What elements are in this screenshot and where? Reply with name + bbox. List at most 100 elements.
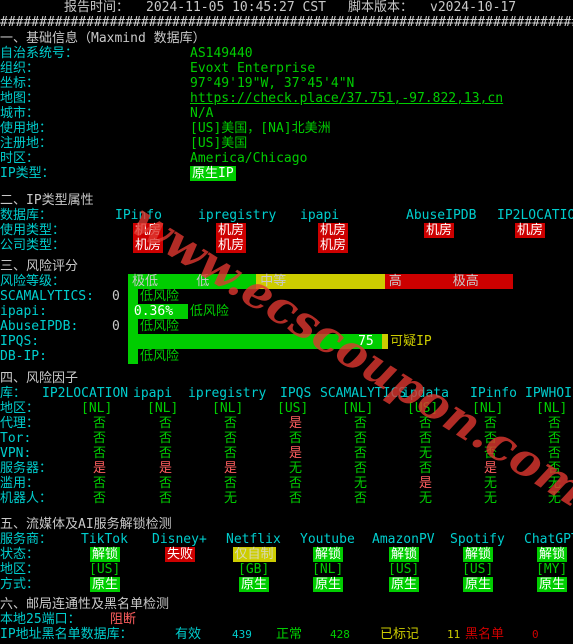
risk-factor-cell: 否: [484, 416, 498, 431]
company-type-badge-2: 机房: [318, 238, 349, 253]
port25-label: 本地25端口：: [0, 612, 81, 627]
risk-factor-cell: 否: [159, 476, 173, 491]
risk-factor-col-6: IPinfo: [470, 386, 517, 401]
usage-type-badge-3: 机房: [424, 223, 455, 238]
section2-title: 二、IP类型属性: [0, 193, 94, 208]
report-time-value: 2024-11-05 10:45:27 CST: [146, 0, 327, 15]
risk-factor-cell: 否: [354, 416, 368, 431]
risk-factor-cell: 否: [159, 491, 173, 506]
risk-factor-cell: 否: [419, 461, 433, 476]
blacklist-value-2: 11: [447, 628, 461, 641]
iptype-db-header-3: AbuseIPDB: [406, 208, 477, 223]
streaming-method-badge-5: 原生: [463, 577, 494, 592]
terminal-report: 报告时间： 2024-11-05 10:45:27 CST 脚本版本： v202…: [0, 0, 573, 644]
risk-factor-cell: 否: [289, 476, 303, 491]
risk-factor-cell: 否: [159, 416, 173, 431]
score-marker-0: [132, 289, 138, 304]
script-version-value: v2024-10-17: [430, 0, 517, 15]
risk-factor-cell: 是: [484, 461, 498, 476]
risk-factor-cell: 否: [354, 491, 368, 506]
streaming-provider-1: Disney+: [152, 532, 207, 547]
usage-type-badge-4: 机房: [515, 223, 546, 238]
streaming-method-badge-0: 原生: [90, 577, 121, 592]
script-version-label: 脚本版本：: [348, 0, 414, 15]
risk-factor-row-label-4: 服务器：: [0, 461, 53, 476]
score-value-3: 75: [358, 334, 374, 349]
risk-factor-cell: 否: [289, 491, 303, 506]
basic-info-value-7: America/Chicago: [190, 151, 308, 166]
risk-scale-label-4: 极高: [452, 274, 479, 289]
risk-factor-cell: [US]: [407, 401, 439, 416]
streaming-status-badge-4: 解锁: [389, 547, 420, 562]
risk-factor-cell: 否: [484, 446, 498, 461]
risk-factor-col-0: IP2LOCATION: [42, 386, 129, 401]
score-verdict-0: 低风险: [140, 289, 180, 304]
risk-factor-cell: 否: [548, 446, 562, 461]
basic-info-label-4: 城市：: [0, 106, 40, 121]
risk-factor-cell: 无: [419, 491, 433, 506]
risk-scale-label-3: 高: [388, 274, 402, 289]
risk-factor-cell: 是: [224, 461, 238, 476]
iptype-db-header-0: IPinfo: [115, 208, 162, 223]
risk-factor-cell: 无: [484, 476, 498, 491]
score-verdict-4: 低风险: [140, 349, 180, 364]
risk-factor-row-label-6: 机器人：: [0, 491, 53, 506]
streaming-status-badge-6: 解锁: [537, 547, 568, 562]
section4-title: 四、风险因子: [0, 371, 79, 386]
iptype-row-label-0: 数据库：: [0, 208, 53, 223]
streaming-method-badge-6: 原生: [537, 577, 568, 592]
streaming-region-6: [MY]: [536, 562, 568, 577]
risk-factor-col-2: ipregistry: [188, 386, 267, 401]
streaming-status-badge-5: 解锁: [463, 547, 494, 562]
risk-factor-cell: 无: [419, 446, 433, 461]
report-time-label: 报告时间：: [64, 0, 130, 15]
basic-info-value-2: 97°49'19"W, 37°45'4"N: [190, 76, 355, 91]
risk-factor-cell: 否: [354, 431, 368, 446]
risk-factor-row-label-3: VPN:: [0, 446, 32, 461]
section5-title: 五、流媒体及AI服务解锁检测: [0, 517, 172, 532]
blacklist-db-label: IP地址黑名单数据库：: [0, 627, 133, 642]
ip-type-badge: 原生IP: [190, 166, 236, 181]
basic-info-label-3: 地图：: [0, 91, 40, 106]
risk-factor-cell: [NL]: [536, 401, 568, 416]
streaming-method-badge-4: 原生: [389, 577, 420, 592]
basic-info-label-6: 注册地：: [0, 136, 53, 151]
streaming-region-4: [US]: [388, 562, 420, 577]
risk-factor-header-label: 库：: [0, 386, 27, 401]
streaming-row-label-0: 服务商：: [0, 532, 53, 547]
score-name-3: IPQS:: [0, 334, 40, 349]
risk-scale-label-0: 极低: [132, 274, 159, 289]
risk-factor-cell: [NL]: [472, 401, 504, 416]
risk-factor-cell: 否: [93, 491, 107, 506]
watermark-text: www.ecscoupon.com: [121, 193, 573, 518]
score-verdict-2: 低风险: [140, 319, 180, 334]
streaming-provider-5: Spotify: [450, 532, 505, 547]
risk-factor-row-label-2: Tor:: [0, 431, 32, 446]
basic-info-label-0: 自治系统号：: [0, 46, 79, 61]
streaming-status-badge-1: 失败: [165, 547, 196, 562]
usage-type-badge-2: 机房: [318, 223, 349, 238]
risk-factor-cell: 否: [419, 416, 433, 431]
basic-info-label-8: IP类型：: [0, 166, 55, 181]
risk-factor-cell: 是: [289, 416, 303, 431]
map-link[interactable]: https://check.place/37.751,-97.822,13,cn: [190, 91, 503, 106]
risk-factor-cell: 无: [484, 491, 498, 506]
streaming-region-0: [US]: [89, 562, 121, 577]
score-value-0: 0: [112, 289, 120, 304]
basic-info-label-5: 使用地：: [0, 121, 53, 136]
usage-type-badge-0: 机房: [133, 223, 164, 238]
risk-factor-cell: 是: [159, 461, 173, 476]
streaming-method-badge-2: 原生: [239, 577, 270, 592]
streaming-provider-0: TikTok: [81, 532, 128, 547]
score-name-2: AbuseIPDB:: [0, 319, 79, 334]
risk-factor-cell: 否: [224, 446, 238, 461]
streaming-row-label-2: 地区：: [0, 562, 40, 577]
score-bar-3: [128, 334, 383, 349]
streaming-status-badge-2: 仅自制: [232, 547, 276, 562]
basic-info-value-0: AS149440: [190, 46, 253, 61]
section6-title: 六、邮局连通性及黑名单检测: [0, 597, 170, 612]
risk-factor-row-label-0: 地区：: [0, 401, 40, 416]
usage-type-badge-1: 机房: [216, 223, 247, 238]
streaming-region-2: [GB]: [238, 562, 270, 577]
streaming-provider-3: Youtube: [300, 532, 355, 547]
